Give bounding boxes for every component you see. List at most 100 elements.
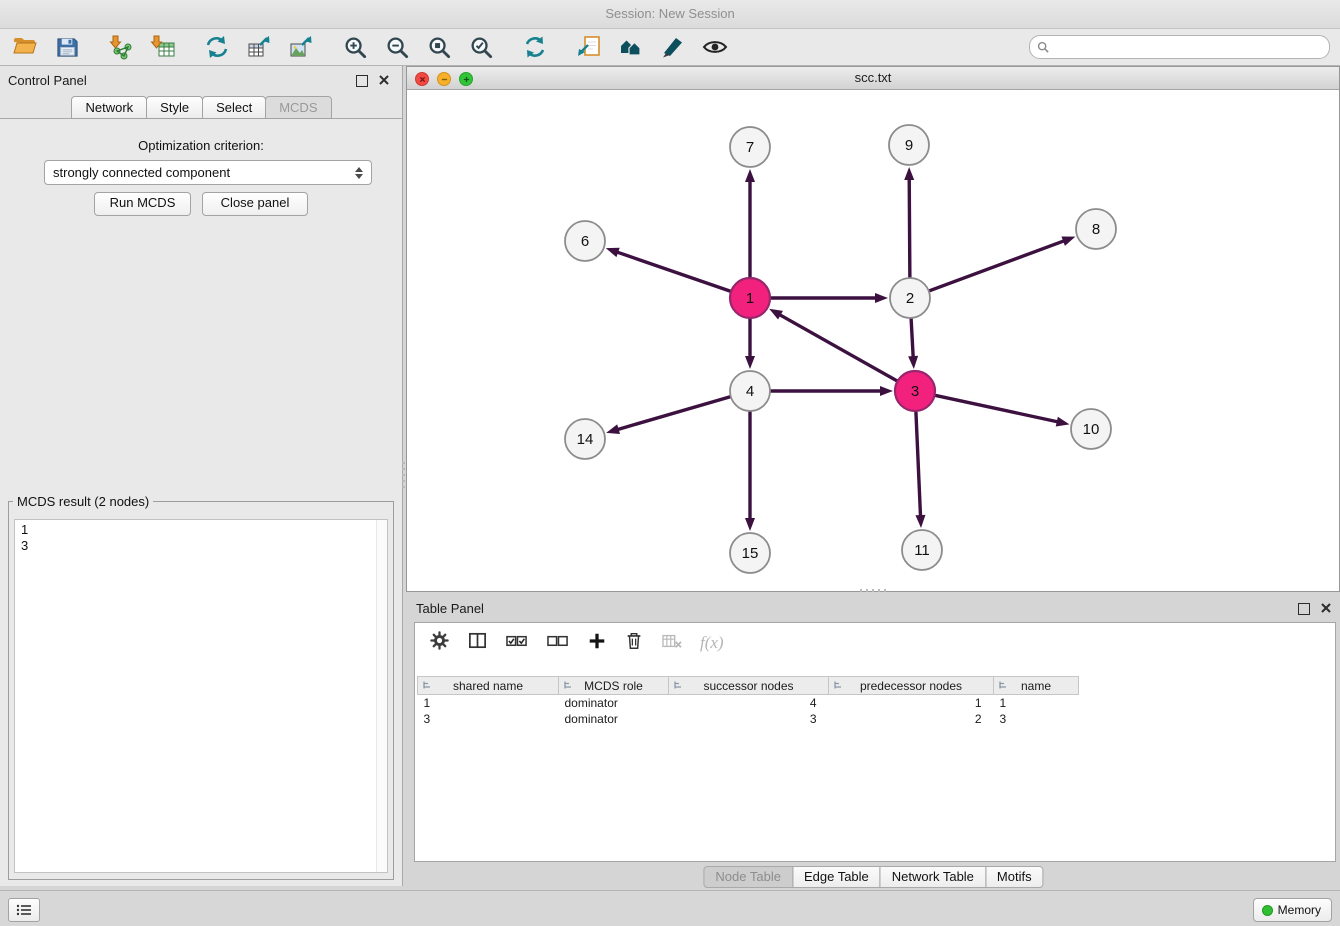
export-table-button[interactable] [244,32,274,62]
show-columns-button[interactable] [467,630,488,656]
criterion-select[interactable]: strongly connected component [44,160,372,185]
tab-network-table[interactable]: Network Table [880,866,986,888]
window-titlebar: Session: New Session [0,0,1340,29]
tab-mcds[interactable]: MCDS [265,96,331,119]
graph-edge-3-10[interactable] [936,395,1057,421]
tab-style[interactable]: Style [146,96,203,119]
tab-network[interactable]: Network [71,96,147,119]
column-header-shared-name[interactable]: shared name [418,677,559,695]
table-header-row: shared name MCDS role successor nodes [418,677,1079,695]
horizontal-splitter-handle[interactable] [860,589,886,592]
zoom-selected-button[interactable] [466,32,496,62]
deselect-all-columns-button[interactable] [546,630,570,656]
select-all-columns-button[interactable] [505,630,529,656]
memory-button[interactable]: Memory [1253,898,1332,922]
import-table-button[interactable] [148,32,178,62]
maximize-window-icon[interactable] [459,72,473,86]
close-panel-button-mcds[interactable]: Close panel [202,192,308,216]
float-panel-button[interactable] [356,75,368,87]
import-network-button[interactable] [106,32,136,62]
table-cell[interactable]: 1 [418,695,559,712]
graph-node-label: 7 [746,139,754,156]
zoom-fit-button[interactable] [424,32,454,62]
graph-edge-3-11[interactable] [916,412,921,515]
graph-node-label: 1 [746,290,754,307]
search-field[interactable] [1029,35,1330,59]
table-cell[interactable]: 1 [994,695,1079,712]
column-header-name[interactable]: name [994,677,1079,695]
table-settings-button[interactable] [429,630,450,656]
export-network-button[interactable] [202,32,232,62]
function-builder-button[interactable]: f(x) [700,633,724,653]
show-graphics-details-button[interactable] [700,32,730,62]
graph-edge-4-14[interactable] [619,397,730,429]
zoom-out-button[interactable] [382,32,412,62]
table-cell[interactable]: 3 [669,711,829,727]
table-cell[interactable]: 3 [418,711,559,727]
zoom-group [340,32,496,62]
run-mcds-button[interactable]: Run MCDS [94,192,191,216]
tab-select[interactable]: Select [202,96,266,119]
network-canvas[interactable]: 7968124314101511 [407,89,1339,591]
table-cell[interactable]: 4 [669,695,829,712]
delete-column-button[interactable] [624,630,644,656]
graph-edge-2-9[interactable] [909,180,910,277]
graph-edge-1-6[interactable] [618,252,730,291]
table-cell[interactable]: dominator [559,711,669,727]
graph-edge-2-3[interactable] [911,319,913,356]
float-table-panel-button[interactable] [1298,603,1310,615]
search-input[interactable] [1053,37,1329,57]
eye-icon [702,34,728,60]
close-table-panel-button[interactable] [1320,602,1332,614]
zoom-selected-icon [469,35,494,60]
table-cell[interactable]: 3 [994,711,1079,727]
unchecked-boxes-icon [546,630,570,651]
zoom-in-button[interactable] [340,32,370,62]
graph-node-label: 10 [1083,421,1100,438]
network-window-titlebar[interactable]: scc.txt [407,67,1339,90]
column-header-mcds-role[interactable]: MCDS role [559,677,669,695]
sort-icon [998,680,1008,694]
open-session-button[interactable] [10,32,40,62]
graph-arrowhead [745,356,755,369]
search-icon [1037,41,1049,53]
table-row[interactable]: 3dominator323 [418,711,1079,727]
graph-arrowhead [1061,236,1075,245]
table-cell[interactable]: 1 [829,695,994,712]
houses-icon [618,34,644,60]
save-session-button[interactable] [52,32,82,62]
close-window-icon[interactable] [415,72,429,86]
table-cell[interactable]: dominator [559,695,669,712]
graph-edge-3-1[interactable] [780,315,896,381]
delete-table-button[interactable] [661,632,683,655]
column-header-predecessor-nodes[interactable]: predecessor nodes [829,677,994,695]
first-neighbors-button[interactable] [616,32,646,62]
mcds-result-area[interactable]: 1 3 [14,519,388,873]
refresh-layout-button[interactable] [520,32,550,62]
gear-icon [429,630,450,651]
graph-arrowhead [1056,417,1070,427]
create-column-button[interactable] [587,631,607,656]
panel-menu-button[interactable] [8,898,40,922]
minimize-window-icon[interactable] [437,72,451,86]
close-icon [378,74,390,86]
control-panel-title: Control Panel [8,73,87,88]
close-panel-button[interactable] [378,74,390,86]
view-group [574,32,730,62]
table-cell[interactable]: 2 [829,711,994,727]
tab-motifs[interactable]: Motifs [985,866,1044,888]
vertical-splitter-handle[interactable] [402,462,405,488]
node-table-body: 1dominator4113dominator323 [418,695,1079,728]
apply-style-button[interactable] [658,32,688,62]
export-network-icon [204,34,230,60]
graph-node-label: 6 [581,233,589,250]
graph-edge-2-8[interactable] [930,241,1063,291]
new-network-selection-button[interactable] [574,32,604,62]
status-bar: Memory [0,890,1340,926]
close-icon [1320,602,1332,614]
tab-node-table[interactable]: Node Table [703,866,793,888]
tab-edge-table[interactable]: Edge Table [792,866,881,888]
export-image-button[interactable] [286,32,316,62]
column-header-successor-nodes[interactable]: successor nodes [669,677,829,695]
table-row[interactable]: 1dominator411 [418,695,1079,712]
